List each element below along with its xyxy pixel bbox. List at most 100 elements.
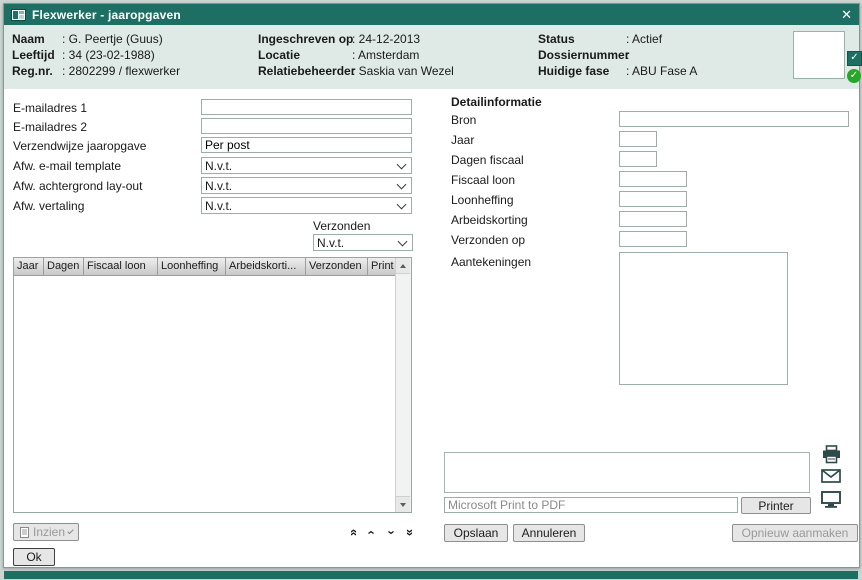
field-label: Naam <box>12 32 62 46</box>
field-value: 2802299 / flexwerker <box>62 64 180 78</box>
email1-input[interactable] <box>201 99 412 115</box>
table-scrollbar[interactable] <box>395 258 411 512</box>
double-chevron-up-icon: « <box>347 529 362 536</box>
header-field: Reg.nr.2802299 / flexwerker <box>12 64 180 80</box>
column-header-loonheffing[interactable]: Loonheffing <box>158 258 226 275</box>
field-value: 24-12-2013 <box>352 32 420 46</box>
printer-name-input[interactable] <box>444 497 738 513</box>
column-header-arbeidskorting[interactable]: Arbeidskorti... <box>226 258 306 275</box>
header-col-3: StatusActief Dossiernummer Huidige faseA… <box>538 32 697 80</box>
scroll-prev-button[interactable]: ‹ <box>365 524 380 541</box>
fiscaal-loon-input[interactable] <box>619 171 687 187</box>
field-value: ABU Fase A <box>626 64 697 78</box>
afw-email-template-select[interactable]: N.v.t. <box>201 157 412 174</box>
verzendwijze-label: Verzendwijze jaaropgave <box>13 139 146 153</box>
screen-icon[interactable] <box>821 491 841 511</box>
record-navigation: « ‹ ‹ « <box>347 524 416 541</box>
annuleren-button[interactable]: Annuleren <box>513 524 585 542</box>
afw-vertaling-select[interactable]: N.v.t. <box>201 197 412 214</box>
table-header: Jaar Dagen Fiscaal loon Loonheffing Arbe… <box>14 258 411 276</box>
inzien-button[interactable]: Inzien <box>13 523 79 541</box>
field-value: Saskia van Wezel <box>352 64 454 78</box>
close-icon[interactable]: ✕ <box>841 4 852 25</box>
email-icon[interactable] <box>821 469 841 486</box>
table-body <box>14 275 396 512</box>
column-header-dagen[interactable]: Dagen <box>44 258 84 275</box>
dagen-fiscaal-input[interactable] <box>619 151 657 167</box>
scroll-last-button[interactable]: « <box>401 524 416 541</box>
aantekeningen-textarea[interactable] <box>619 252 788 385</box>
jaaropgaven-table[interactable]: Jaar Dagen Fiscaal loon Loonheffing Arbe… <box>13 257 412 513</box>
header-field: LocatieAmsterdam <box>258 48 454 64</box>
afw-achtergrond-layout-label: Afw. achtergrond lay-out <box>13 179 142 193</box>
header-field: RelatiebeheerderSaskia van Wezel <box>258 64 454 80</box>
ok-button[interactable]: Ok <box>13 548 55 566</box>
arbeidskorting-label: Arbeidskorting <box>451 213 528 227</box>
verzonden-op-label: Verzonden op <box>451 233 525 247</box>
chevron-down-icon: ‹ <box>383 530 398 534</box>
field-value: Amsterdam <box>352 48 419 62</box>
bron-label: Bron <box>451 113 476 127</box>
print-selection-box[interactable] <box>444 452 810 493</box>
column-header-fiscaal-loon[interactable]: Fiscaal loon <box>84 258 158 275</box>
column-header-verzonden[interactable]: Verzonden <box>306 258 368 275</box>
titlebar[interactable]: Flexwerker - jaaropgaven ✕ <box>4 4 859 25</box>
dialog-content: E-mailadres 1 E-mailadres 2 Verzendwijze… <box>4 89 859 567</box>
double-chevron-down-icon: « <box>401 529 416 536</box>
chevron-down-icon <box>397 199 407 209</box>
loonheffing-input[interactable] <box>619 191 687 207</box>
email1-label: E-mailadres 1 <box>13 101 87 115</box>
afw-achtergrond-layout-select[interactable]: N.v.t. <box>201 177 412 194</box>
header-field: StatusActief <box>538 32 697 48</box>
scroll-down-icon[interactable] <box>396 496 410 512</box>
loonheffing-label: Loonheffing <box>451 193 514 207</box>
scroll-up-icon[interactable] <box>396 258 410 274</box>
column-header-print[interactable]: Print <box>368 258 396 275</box>
field-label: Ingeschreven op <box>258 32 352 46</box>
jaar-input[interactable] <box>619 131 657 147</box>
select-value: N.v.t. <box>205 199 398 213</box>
fiscaal-loon-label: Fiscaal loon <box>451 173 515 187</box>
document-icon <box>20 527 29 538</box>
field-label: Leeftijd <box>12 48 62 62</box>
verzendwijze-input[interactable] <box>201 137 412 153</box>
verzonden-filter-select[interactable]: N.v.t. <box>313 234 413 251</box>
opnieuw-aanmaken-button[interactable]: Opnieuw aanmaken <box>732 524 858 542</box>
email2-label: E-mailadres 2 <box>13 120 87 134</box>
photo-placeholder <box>793 31 845 79</box>
field-value: 34 (23-02-1988) <box>62 48 155 62</box>
detail-section-title: Detailinformatie <box>451 95 542 109</box>
verzonden-filter-label: Verzonden <box>313 219 370 233</box>
field-label: Reg.nr. <box>12 64 62 78</box>
select-value: N.v.t. <box>205 159 398 173</box>
window-title: Flexwerker - jaaropgaven <box>32 8 181 22</box>
header-field: Dossiernummer <box>538 48 697 64</box>
bron-input[interactable] <box>619 111 849 127</box>
header-col-2: Ingeschreven op24-12-2013 LocatieAmsterd… <box>258 32 454 80</box>
inzien-label: Inzien <box>33 525 65 539</box>
header-checkbox[interactable]: ✓ <box>847 51 862 66</box>
column-header-jaar[interactable]: Jaar <box>14 258 44 275</box>
select-value: N.v.t. <box>205 179 398 193</box>
header-field: Ingeschreven op24-12-2013 <box>258 32 454 48</box>
app-bottom-strip <box>4 571 858 579</box>
opslaan-button[interactable]: Opslaan <box>444 524 508 542</box>
scroll-first-button[interactable]: « <box>347 524 362 541</box>
chevron-down-icon <box>397 159 407 169</box>
status-ok-icon: ✓ <box>847 69 861 83</box>
afw-email-template-label: Afw. e-mail template <box>13 159 121 173</box>
jaar-label: Jaar <box>451 133 474 147</box>
dagen-fiscaal-label: Dagen fiscaal <box>451 153 524 167</box>
scroll-next-button[interactable]: ‹ <box>383 524 398 541</box>
header-field: Huidige faseABU Fase A <box>538 64 697 80</box>
printer-button[interactable]: Printer <box>741 497 811 514</box>
field-label: Relatiebeheerder <box>258 64 352 78</box>
email2-input[interactable] <box>201 118 412 134</box>
printer-icon[interactable] <box>821 445 842 467</box>
chevron-down-icon <box>67 527 73 533</box>
arbeidskorting-input[interactable] <box>619 211 687 227</box>
window-icon <box>11 9 26 21</box>
afw-vertaling-label: Afw. vertaling <box>13 199 84 213</box>
verzonden-op-input[interactable] <box>619 231 687 247</box>
chevron-down-icon <box>398 236 408 246</box>
